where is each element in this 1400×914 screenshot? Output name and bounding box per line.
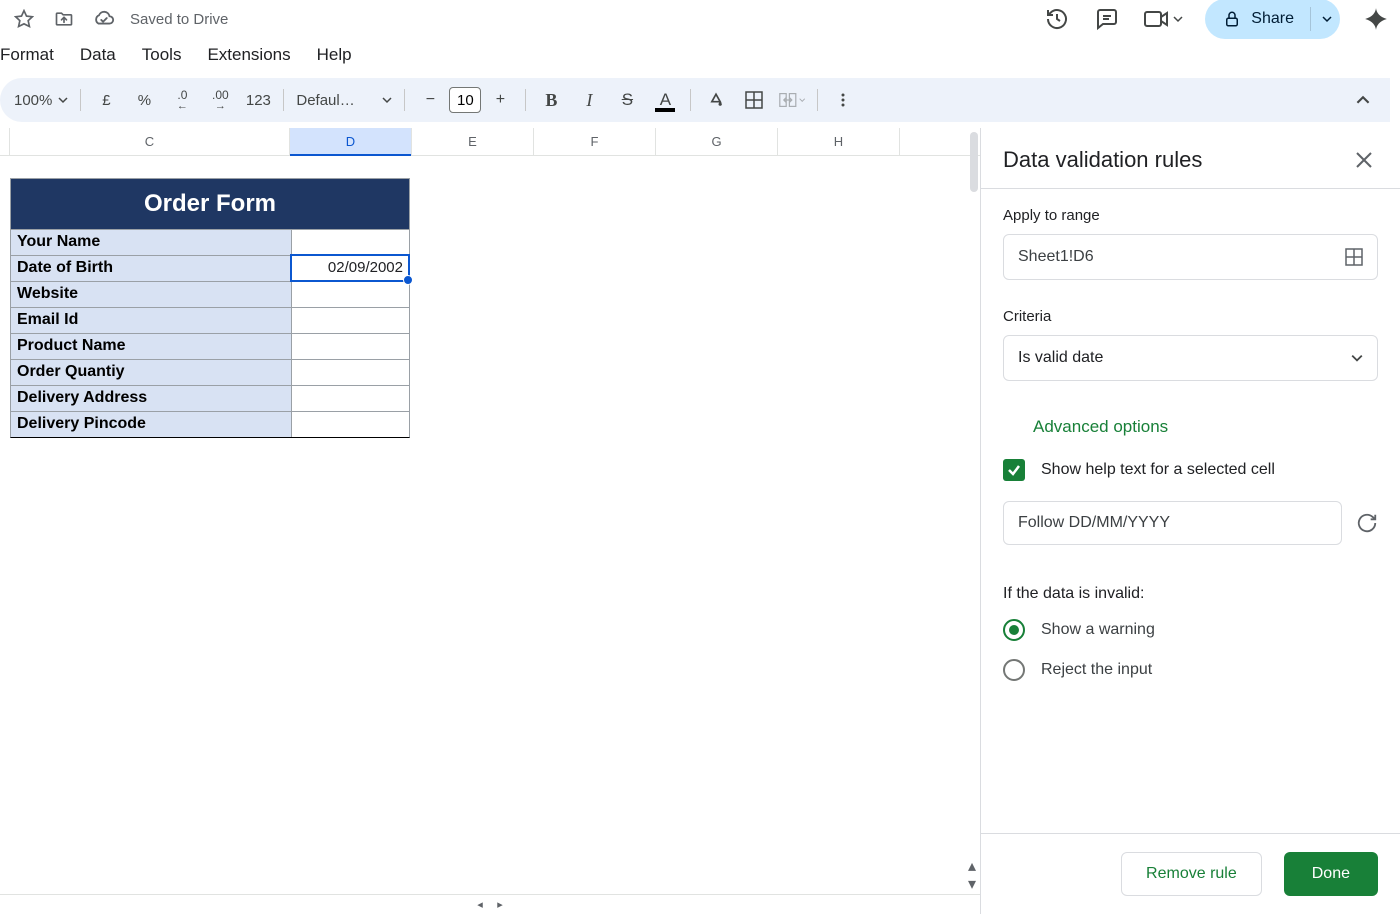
order-form-table: Order Form Your NameDate of Birth02/09/2… (10, 178, 410, 438)
menu-format[interactable]: Format (0, 45, 54, 65)
scroll-down-button[interactable]: ▾ (964, 876, 980, 892)
form-field-value[interactable] (291, 333, 409, 359)
scrollbar-vertical[interactable] (970, 132, 978, 192)
font-size-input[interactable] (449, 87, 481, 113)
done-button[interactable]: Done (1284, 852, 1378, 896)
remove-rule-button[interactable]: Remove rule (1121, 852, 1262, 896)
form-field-label[interactable]: Delivery Pincode (11, 411, 291, 437)
menu-tools[interactable]: Tools (142, 45, 182, 65)
fill-color-button[interactable] (703, 87, 729, 113)
percent-button[interactable]: % (131, 87, 157, 113)
form-field-label[interactable]: Order Quantiy (11, 359, 291, 385)
menu-help[interactable]: Help (317, 45, 352, 65)
scroll-up-button[interactable]: ▴ (964, 858, 980, 874)
criteria-select[interactable]: Is valid date (1003, 335, 1378, 381)
decrease-decimal-button[interactable]: .0← (169, 87, 195, 113)
lock-icon (1223, 10, 1241, 28)
range-input[interactable]: Sheet1!D6 (1003, 234, 1378, 280)
radio-checked-icon (1003, 619, 1025, 641)
chevron-down-icon (1351, 352, 1363, 364)
form-field-value[interactable] (291, 229, 409, 255)
share-dropdown-icon[interactable] (1310, 7, 1334, 31)
bold-button[interactable]: B (538, 87, 564, 113)
borders-button[interactable] (741, 87, 767, 113)
number-format-button[interactable]: 123 (245, 87, 271, 113)
data-validation-panel: Data validation rules Apply to range She… (980, 128, 1400, 914)
order-form-title[interactable]: Order Form (11, 179, 409, 229)
table-row: Product Name (11, 333, 409, 359)
increase-decimal-button[interactable]: .00→ (207, 87, 233, 113)
form-field-label[interactable]: Email Id (11, 307, 291, 333)
cloud-saved-icon[interactable] (90, 5, 118, 33)
help-text-checkbox-label: Show help text for a selected cell (1041, 461, 1275, 479)
radio-show-warning[interactable]: Show a warning (1003, 619, 1378, 641)
table-row: Your Name (11, 229, 409, 255)
table-row: Delivery Address (11, 385, 409, 411)
star-icon[interactable] (10, 5, 38, 33)
gemini-icon[interactable] (1362, 5, 1390, 33)
reset-icon[interactable] (1356, 512, 1378, 534)
share-button[interactable]: Share (1205, 0, 1340, 39)
history-icon[interactable] (1043, 5, 1071, 33)
radio-unchecked-icon (1003, 659, 1025, 681)
form-field-value[interactable] (291, 281, 409, 307)
table-row: Order Quantiy (11, 359, 409, 385)
chevron-down-icon (58, 95, 68, 105)
close-icon[interactable] (1350, 146, 1378, 174)
collapse-toolbar-button[interactable] (1350, 87, 1376, 113)
meet-button[interactable] (1143, 8, 1183, 30)
scroll-left-button[interactable]: ◂ (472, 897, 488, 913)
italic-button[interactable]: I (576, 87, 602, 113)
font-size-decrease-button[interactable]: − (417, 87, 443, 113)
form-field-label[interactable]: Product Name (11, 333, 291, 359)
help-text-checkbox-row[interactable]: Show help text for a selected cell (1003, 459, 1378, 481)
form-field-value[interactable] (291, 307, 409, 333)
form-field-value[interactable] (291, 359, 409, 385)
toolbar: 100% £ % .0← .00→ 123 Defaul… − + B I S … (0, 78, 1390, 122)
advanced-options-toggle[interactable]: Advanced options (1033, 417, 1378, 437)
criteria-label: Criteria (1003, 308, 1378, 325)
form-field-value[interactable] (291, 411, 409, 437)
font-size-increase-button[interactable]: + (487, 87, 513, 113)
form-field-value[interactable]: 02/09/2002 (291, 255, 409, 281)
table-row: Date of Birth02/09/2002 (11, 255, 409, 281)
select-range-icon[interactable] (1345, 248, 1363, 266)
more-toolbar-button[interactable] (830, 87, 856, 113)
currency-button[interactable]: £ (93, 87, 119, 113)
form-field-label[interactable]: Website (11, 281, 291, 307)
share-label: Share (1251, 10, 1294, 28)
table-row: Email Id (11, 307, 409, 333)
invalid-data-label: If the data is invalid: (1003, 585, 1378, 603)
form-field-label[interactable]: Date of Birth (11, 255, 291, 281)
saved-status-text: Saved to Drive (130, 11, 228, 28)
scroll-right-button[interactable]: ▸ (492, 897, 508, 913)
text-color-button[interactable]: A (652, 87, 678, 113)
menu-extensions[interactable]: Extensions (207, 45, 290, 65)
comment-icon[interactable] (1093, 5, 1121, 33)
checkbox-checked-icon[interactable] (1003, 459, 1025, 481)
help-text-input[interactable] (1003, 501, 1342, 545)
apply-range-label: Apply to range (1003, 207, 1378, 224)
merge-cells-button[interactable] (779, 87, 805, 113)
move-folder-icon[interactable] (50, 5, 78, 33)
table-row: Website (11, 281, 409, 307)
menu-bar: Format Data Tools Extensions Help (0, 38, 1400, 72)
strikethrough-button[interactable]: S (614, 87, 640, 113)
form-field-value[interactable] (291, 385, 409, 411)
form-field-label[interactable]: Your Name (11, 229, 291, 255)
font-family-select[interactable]: Defaul… (296, 92, 392, 109)
form-field-label[interactable]: Delivery Address (11, 385, 291, 411)
panel-title: Data validation rules (1003, 147, 1202, 173)
table-row: Delivery Pincode (11, 411, 409, 437)
menu-data[interactable]: Data (80, 45, 116, 65)
chevron-down-icon (382, 95, 392, 105)
radio-reject-input[interactable]: Reject the input (1003, 659, 1378, 681)
zoom-select[interactable]: 100% (14, 92, 68, 109)
